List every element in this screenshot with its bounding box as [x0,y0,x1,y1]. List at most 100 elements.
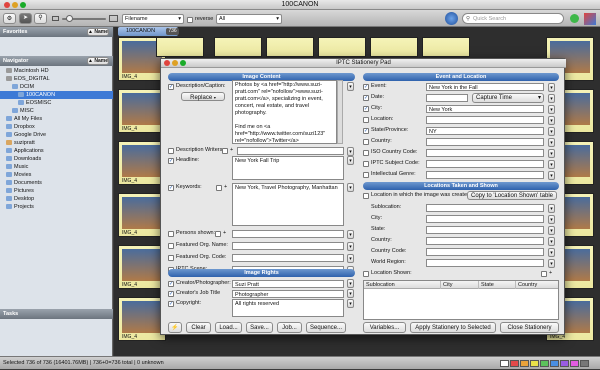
sidebar-item[interactable]: MISC [0,107,113,115]
world-region-dropdown[interactable]: ▾ [548,259,555,268]
sublocation-dropdown[interactable]: ▾ [548,204,555,213]
location-checkbox[interactable] [363,117,369,123]
sidebar-item[interactable]: Pictures [0,187,113,195]
city-dropdown[interactable]: ▾ [548,105,555,114]
event-field[interactable]: New York in the Fall [426,83,544,91]
sidebar-item[interactable]: All My Files [0,115,113,123]
save-button[interactable]: Save... [246,322,273,333]
country2-field[interactable] [426,237,544,245]
thumbnail[interactable]: IMG_4 [118,245,166,289]
sidebar-item[interactable]: Downloads [0,155,113,163]
org-code-checkbox[interactable] [168,255,174,261]
sidebar-item[interactable]: Movies [0,171,113,179]
sidebar-item[interactable]: Music [0,163,113,171]
persons-dropdown[interactable]: ▾ [347,230,354,239]
world-region-field[interactable] [426,259,544,267]
dialog-zoom-icon[interactable] [180,60,186,66]
sidebar-item[interactable]: Macintosh HD [0,67,113,75]
column-city[interactable]: City [441,281,479,289]
keywords-append-checkbox[interactable] [216,185,222,191]
sidebar-item[interactable]: Dropbox [0,123,113,131]
sidebar-item[interactable]: Projects [0,203,113,211]
color-label-swatch[interactable] [560,360,569,367]
keywords-dropdown[interactable]: ▾ [347,183,354,192]
sequence-button[interactable]: Sequence... [306,322,346,333]
color-label-swatch[interactable] [510,360,519,367]
thumbnail[interactable] [318,37,366,57]
genre-field[interactable] [426,171,544,179]
variables-button[interactable]: Variables... [363,322,406,333]
color-label-swatch[interactable] [500,360,509,367]
thumbnail[interactable] [266,37,314,57]
thumbnail[interactable] [156,37,204,57]
event-dropdown[interactable]: ▾ [548,83,555,92]
description-textarea[interactable]: Photos by <a href="http://www.suzi-pratt… [232,80,337,144]
close-window-icon[interactable] [4,2,10,8]
thumbnail[interactable]: IMG_4 [118,193,166,237]
cursor-tool-icon[interactable]: ➤ [19,13,32,24]
color-label-swatch[interactable] [530,360,539,367]
writers-dropdown[interactable]: ▾ [347,147,354,156]
sidebar-item[interactable]: 100CANON [0,91,113,99]
reverse-checkbox[interactable] [187,17,193,23]
copy-to-location-shown-button[interactable]: Copy to 'Location Shown' table [467,191,557,200]
color-label-swatch[interactable] [550,360,559,367]
writers-checkbox[interactable] [168,148,174,154]
close-stationery-button[interactable]: Close Stationery [500,322,559,333]
sublocation-field[interactable] [426,204,544,212]
org-code-field[interactable] [232,254,344,262]
city2-field[interactable] [426,215,544,223]
load-button[interactable]: Load... [215,322,242,333]
replace-button[interactable]: Replace ▾ [181,92,225,101]
state-dropdown[interactable]: ▾ [548,127,555,136]
favorites-sort-button[interactable]: ▲ Name [87,28,109,36]
lightning-icon[interactable]: ⚡ [168,322,182,333]
slider-knob[interactable] [66,15,73,22]
column-state[interactable]: State [479,281,516,289]
copyright-checkbox[interactable]: ✓ [168,301,174,307]
description-dropdown[interactable]: ▾ [347,82,354,91]
creator-field[interactable]: Suzi Pratt [232,280,344,288]
apply-stationery-button[interactable]: Apply Stationery to Selected [410,322,496,333]
copyright-dropdown[interactable]: ▾ [347,299,354,308]
color-label-swatch[interactable] [540,360,549,367]
sidebar-item[interactable]: DCIM [0,83,113,91]
date-dropdown[interactable]: ▾ [548,94,555,103]
location-field[interactable] [426,116,544,124]
job-title-field[interactable]: Photographer [232,290,344,298]
app-icon[interactable] [584,13,596,25]
writers-append-checkbox[interactable] [222,148,228,154]
sidebar-item[interactable]: Documents [0,179,113,187]
description-checkbox[interactable]: ✓ [168,84,174,90]
keywords-field[interactable]: New York, Travel Photography, Manhattan [232,183,344,226]
loc-created-checkbox[interactable] [363,193,369,199]
country-code-field[interactable] [426,248,544,256]
locations-shown-table[interactable]: Sublocation City State Country [363,280,559,320]
country-checkbox[interactable] [363,139,369,145]
description-scrollbar[interactable] [337,80,343,144]
org-code-dropdown[interactable]: ▾ [347,254,354,263]
sort-field-select[interactable]: Filename ▾ [122,14,184,24]
iso-field[interactable] [426,149,544,157]
copyright-field[interactable]: All rights reserved [232,299,344,317]
color-label-swatch[interactable] [570,360,579,367]
navigator-sort-button[interactable]: ▲ Name [87,57,109,65]
location-dropdown[interactable]: ▾ [548,116,555,125]
job-title-checkbox[interactable]: ✓ [168,291,174,297]
city-checkbox[interactable]: ✓ [363,106,369,112]
org-name-checkbox[interactable] [168,243,174,249]
subject-checkbox[interactable] [363,161,369,167]
job-title-dropdown[interactable]: ▾ [347,289,354,298]
settings-gear-icon[interactable]: ⚙ [3,13,16,24]
subject-dropdown[interactable]: ▾ [548,160,555,169]
label-color-strip[interactable] [500,360,596,367]
thumbnail[interactable] [370,37,418,57]
persons-append-checkbox[interactable] [215,231,221,237]
writers-field[interactable] [237,147,344,155]
event-checkbox[interactable]: ✓ [363,84,369,90]
zoom-window-icon[interactable] [20,2,26,8]
sidebar-item[interactable]: EOSMISC [0,99,113,107]
filter-select[interactable]: All ▾ [216,14,282,24]
column-country[interactable]: Country [516,281,558,289]
dialog-close-icon[interactable] [164,60,170,66]
